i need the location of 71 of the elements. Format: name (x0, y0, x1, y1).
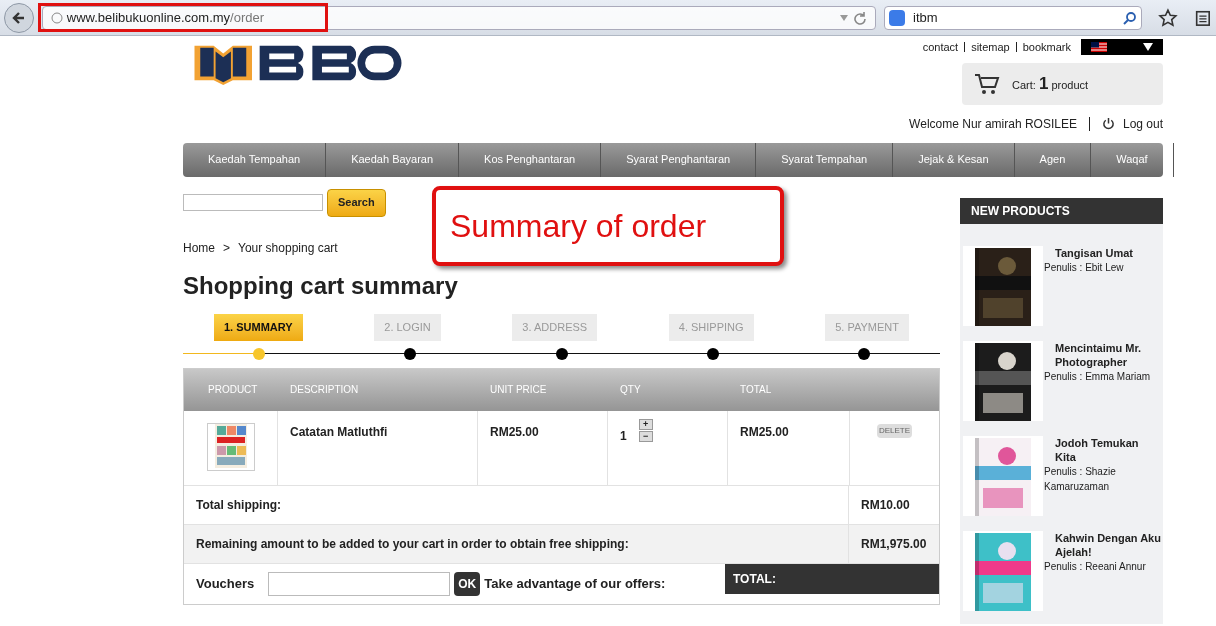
welcome-text: Welcome Nur amirah ROSILEE (909, 115, 1077, 133)
total-header: TOTAL: (725, 563, 939, 594)
page-title: Shopping cart summary (183, 271, 459, 300)
shipping-label: Total shipping: (195, 496, 283, 514)
logout-link[interactable]: Log out (1101, 114, 1163, 133)
product-title[interactable]: Mencintaimu Mr. Photographer (1044, 340, 1162, 369)
nav-item[interactable]: Agen (1014, 142, 1092, 177)
search-button[interactable]: Search (327, 188, 386, 217)
sidebar-header: NEW PRODUCTS (960, 197, 1163, 224)
column-header: DESCRIPTION (289, 383, 360, 397)
breadcrumb-item[interactable]: Home (183, 238, 215, 257)
reload-icon[interactable] (853, 10, 867, 25)
product-author: Penulis : Ebit Lew (1044, 260, 1125, 275)
decrease-button[interactable]: − (638, 430, 653, 442)
dropdown-icon[interactable] (839, 12, 849, 23)
breadcrumb-item: Your shopping cart (238, 239, 338, 257)
delete-button[interactable]: DELETE (876, 423, 913, 438)
nav-item[interactable]: Kos Penghantaran (459, 142, 602, 177)
voucher-field[interactable] (268, 571, 451, 596)
remaining-value: RM1,975.00 (848, 524, 939, 563)
star-icon[interactable] (1158, 7, 1179, 28)
ok-button[interactable]: OK (454, 571, 481, 596)
nav-item[interactable]: Kaedah Tempahan (183, 142, 327, 177)
caret-icon (1143, 43, 1153, 52)
product-author: Penulis : Shazie Kamaruzaman (1044, 464, 1117, 494)
step-tab[interactable]: 1. SUMMARY (214, 313, 303, 341)
nav-item[interactable]: Syarat Tempahan (756, 142, 894, 177)
web-search-field[interactable]: itbm (884, 5, 1143, 30)
search-icon[interactable] (1123, 10, 1138, 25)
column-header: TOTAL (739, 383, 773, 397)
cart-summary: Cart: 1 product (1012, 72, 1089, 95)
flag-icon (1091, 42, 1107, 53)
cart-panel[interactable]: Cart: 1 product (962, 62, 1163, 105)
language-selector[interactable] (1081, 39, 1163, 56)
back-arrow-icon (10, 9, 27, 26)
table-cell: RM25.00 (740, 424, 789, 439)
product-author: Penulis : Emma Mariam (1044, 369, 1152, 384)
product-title[interactable]: Kahwin Dengan Aku Ajelah! (1044, 530, 1162, 559)
back-button[interactable] (4, 2, 34, 33)
column-header: QTY (619, 383, 642, 397)
column-header: PRODUCT (207, 383, 259, 397)
product-title[interactable]: Jodoh Temukan Kita (1044, 435, 1162, 464)
header-link[interactable]: bookmark (1022, 39, 1071, 56)
url-text: www.belibukuonline.com.my/order (66, 8, 265, 27)
header-link[interactable]: contact (922, 39, 959, 56)
quantity-value: 1 (620, 427, 627, 445)
column-header: UNIT PRICE (489, 383, 548, 397)
annotation-callout: Summary of order (432, 186, 784, 266)
increase-button[interactable]: + (638, 418, 653, 430)
clipboard-icon[interactable] (1194, 8, 1212, 27)
cart-icon (974, 71, 1000, 96)
nav-item[interactable]: Kaedah Bayaran (326, 142, 460, 177)
nav-item[interactable]: Syarat Penghantaran (601, 142, 757, 177)
product-author: Penulis : Reeani Annur (1044, 559, 1147, 574)
nav-item[interactable]: Jejak & Kesan (893, 142, 1015, 177)
breadcrumb-separator: > (223, 239, 231, 257)
remaining-label: Remaining amount to be added to your cart in order to obtain free shipping: (195, 535, 630, 553)
power-icon (1101, 117, 1115, 130)
nav-item[interactable]: Waqaf (1091, 142, 1174, 177)
search-value: itbm (913, 8, 938, 27)
vouchers-label: Vouchers (196, 574, 255, 593)
search-engine-icon[interactable] (889, 9, 905, 26)
product-title[interactable]: Tangisan Umat (1044, 245, 1162, 260)
address-bar[interactable]: www.belibukuonline.com.my/order (41, 5, 876, 30)
header-link[interactable]: sitemap (971, 39, 1010, 56)
table-cell: Catatan Matluthfi (290, 424, 388, 439)
shipping-value: RM10.00 (848, 485, 939, 524)
search-field[interactable] (183, 194, 323, 211)
table-cell: RM25.00 (490, 424, 539, 439)
offers-text: Take advantage of our offers: (484, 574, 666, 593)
globe-icon (50, 11, 63, 24)
